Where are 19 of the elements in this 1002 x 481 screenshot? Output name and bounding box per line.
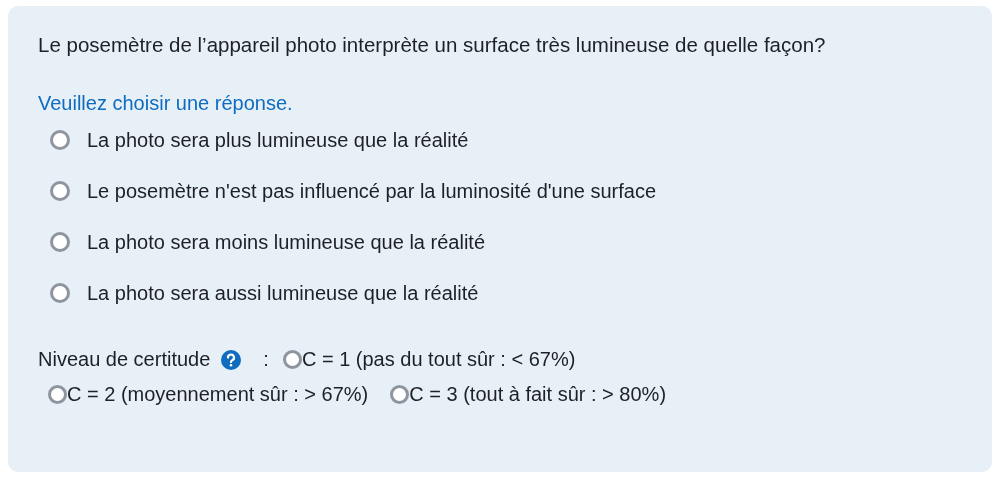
radio-button[interactable] (50, 130, 70, 150)
certainty-option-label[interactable]: C = 1 (pas du tout sûr : < 67%) (301, 342, 576, 377)
option-label[interactable]: La photo sera aussi lumineuse que la réalité (87, 281, 479, 305)
certainty-option-label[interactable]: C = 2 (moyennement sûr : > 67%) (67, 377, 369, 412)
radio-button[interactable] (48, 385, 67, 404)
separator-text: : (263, 347, 269, 372)
certainty-option-label[interactable]: C = 3 (tout à fait sûr : > 80%) (409, 377, 667, 412)
certainty-label: Niveau de certitude (38, 347, 211, 372)
option-label[interactable]: La photo sera plus lumineuse que la réalité (87, 128, 469, 152)
question-text: Le posemètre de l’appareil photo interprète un surface très lumineuse de quelle façon? (38, 32, 827, 58)
radio-button[interactable] (50, 283, 70, 303)
radio-button[interactable] (390, 385, 410, 404)
radio-button[interactable] (50, 181, 70, 201)
radio-button[interactable] (50, 232, 70, 252)
radio-button[interactable] (282, 350, 302, 369)
option-label[interactable]: Le posemètre n'est pas influencé par la luminosité d'une surface (87, 179, 657, 203)
instruction-text: Veuillez choisir une réponse. (38, 91, 294, 115)
option-label[interactable]: La photo sera moins lumineuse que la réalité (87, 230, 486, 254)
help-icon[interactable] (221, 349, 242, 370)
